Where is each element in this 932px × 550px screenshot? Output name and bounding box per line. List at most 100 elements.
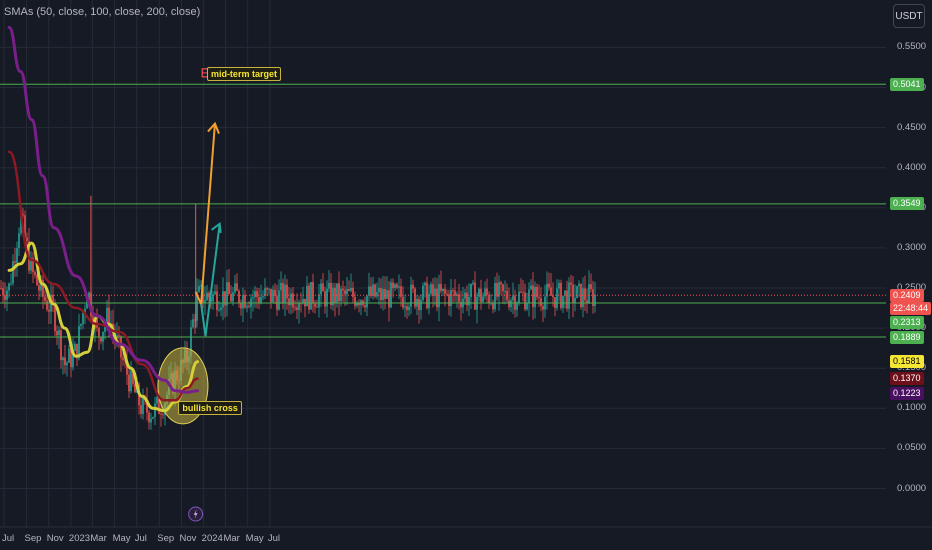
candle-body	[352, 287, 354, 297]
candle-body	[358, 303, 360, 306]
candle-body	[296, 307, 298, 310]
candle-body	[12, 261, 14, 284]
candle-body	[248, 306, 250, 307]
candle-body	[396, 284, 398, 288]
x-tick-label: Mar	[90, 533, 107, 544]
candle-body	[80, 323, 82, 326]
candle-body	[216, 291, 218, 311]
candle-body	[432, 284, 434, 296]
candle-body	[518, 291, 520, 304]
candle-body	[582, 288, 584, 308]
candle-body	[572, 284, 574, 303]
candle-body	[48, 309, 50, 312]
candle-body	[422, 285, 424, 301]
candle-body	[550, 287, 552, 296]
candle-body	[14, 261, 16, 263]
y-tick-label: 0.4500	[897, 121, 927, 133]
candle-body	[162, 414, 164, 416]
candle-body	[338, 283, 340, 302]
candle-body	[100, 337, 102, 342]
candle-body	[160, 413, 162, 415]
candle-body	[288, 298, 290, 306]
price-tag: 0.3549	[890, 197, 924, 211]
candle-body	[252, 297, 254, 299]
candle-body	[430, 284, 432, 294]
candle-body	[364, 305, 366, 308]
candle-body	[98, 327, 100, 338]
candle-body	[538, 297, 540, 299]
candle-body	[156, 396, 158, 404]
candle-body	[500, 282, 502, 285]
candle-body	[266, 288, 268, 290]
x-tick-label: Nov	[46, 533, 64, 544]
candle-body	[370, 286, 372, 296]
candle-body	[322, 283, 324, 292]
candle-body	[198, 285, 200, 292]
candle-body	[286, 284, 288, 299]
candle-body	[496, 283, 498, 297]
candle-body	[428, 293, 430, 309]
bullish-cross-label[interactable]: bullish cross	[178, 401, 242, 416]
candle-body	[482, 296, 484, 302]
x-tick-label: Jul	[267, 533, 281, 544]
candle-body	[38, 285, 40, 291]
price-chart[interactable]	[0, 0, 932, 550]
candle-body	[374, 284, 376, 297]
candle-body	[472, 282, 474, 284]
candle-body	[220, 307, 222, 310]
candle-body	[414, 288, 416, 307]
candle-body	[448, 294, 450, 307]
price-tag: 0.5041	[890, 77, 924, 91]
candle-body	[526, 302, 528, 310]
mid-term-target-label[interactable]: mid-term target	[206, 66, 281, 81]
candle-body	[66, 362, 68, 366]
y-tick-label: 0.0500	[897, 442, 927, 454]
candle-body	[292, 293, 294, 308]
candle-body	[436, 288, 438, 308]
candle-body	[568, 282, 570, 309]
price-tag: 0.2313	[890, 315, 924, 329]
candle-body	[392, 282, 394, 288]
candle-body	[278, 290, 280, 310]
candle-body	[268, 288, 270, 290]
candle-body	[274, 289, 276, 297]
candle-body	[584, 288, 586, 301]
y-tick-label: 0.1000	[897, 402, 927, 414]
candle-body	[442, 288, 444, 292]
candle-body	[150, 418, 152, 423]
candle-body	[586, 300, 588, 303]
candle-body	[354, 296, 356, 306]
candle-body	[60, 330, 62, 361]
candle-body	[540, 298, 542, 307]
candle-body	[324, 291, 326, 307]
candle-body	[420, 300, 422, 310]
candle-body	[468, 296, 470, 306]
candle-body	[446, 293, 448, 295]
currency-button[interactable]: USDT	[893, 4, 925, 28]
candle-body	[214, 291, 216, 295]
candle-body	[218, 309, 220, 311]
candle-body	[232, 292, 234, 302]
candle-body	[326, 288, 328, 307]
candle-body	[450, 290, 452, 307]
candle-body	[530, 285, 532, 290]
candle-body	[44, 296, 46, 301]
candle-body	[298, 303, 300, 310]
price-tag: 0.1370	[890, 372, 924, 386]
candle-body	[222, 291, 224, 308]
candle-body	[254, 291, 256, 298]
candle-body	[58, 330, 60, 336]
candle-body	[122, 357, 124, 361]
candle-body	[380, 287, 382, 301]
candle-body	[238, 290, 240, 304]
candle-body	[474, 282, 476, 310]
candle-body	[316, 306, 318, 308]
candle-body	[16, 248, 18, 263]
candle-body	[454, 290, 456, 296]
candle-body	[142, 397, 144, 414]
candle-body	[570, 282, 572, 285]
x-tick-label: Mar	[223, 533, 240, 544]
candle-body	[488, 294, 490, 304]
indicator-legend[interactable]: SMAs (50, close, 100, close, 200, close)	[4, 6, 200, 18]
candle-body	[512, 295, 514, 301]
